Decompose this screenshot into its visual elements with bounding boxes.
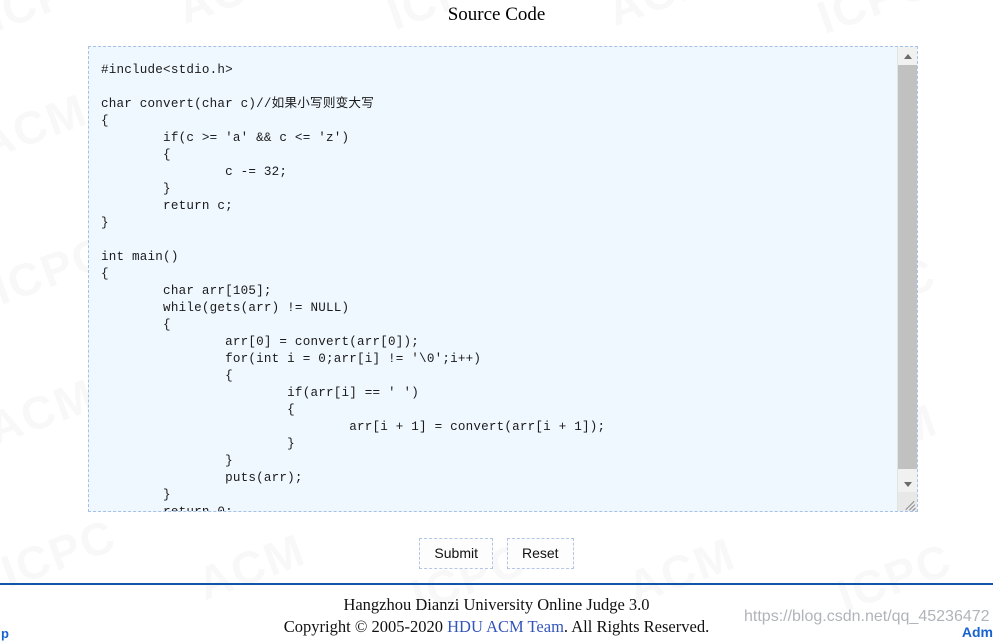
resize-grip-icon[interactable] [898,492,917,511]
footer-site-name: Hangzhou Dianzi University Online Judge … [343,595,650,614]
source-code-content[interactable]: #include<stdio.h> char convert(char c)//… [101,62,887,511]
editor-scrollbar[interactable] [897,47,917,511]
bottom-left-fragment[interactable]: p [1,626,9,641]
scroll-down-arrow-icon[interactable] [898,475,917,493]
submit-button[interactable]: Submit [419,538,493,569]
triangle-down-icon [903,481,912,487]
reset-button[interactable]: Reset [507,538,574,569]
triangle-up-icon [903,53,912,59]
background-watermark-acm: ACM [0,83,95,170]
footer-copyright-suffix: . All Rights Reserved. [563,617,710,636]
scroll-up-arrow-icon[interactable] [898,47,917,65]
page-title: Source Code [447,4,546,25]
hdu-acm-team-link[interactable]: HDU ACM Team [447,617,564,636]
footer-copyright-prefix: Copyright © 2005-2020 [283,617,448,636]
scroll-thumb[interactable] [898,65,917,469]
grip-line [912,507,916,511]
source-code-textarea[interactable]: #include<stdio.h> char convert(char c)//… [88,46,918,512]
footer: Hangzhou Dianzi University Online Judge … [0,594,993,638]
source-code-editor[interactable]: #include<stdio.h> char convert(char c)//… [88,46,918,512]
footer-divider [0,583,993,585]
form-actions: Submit Reset [0,538,993,569]
bottom-right-admin-fragment[interactable]: Adm [962,624,993,640]
footer-copyright: Copyright © 2005-2020 HDU ACM Team. All … [0,616,993,638]
